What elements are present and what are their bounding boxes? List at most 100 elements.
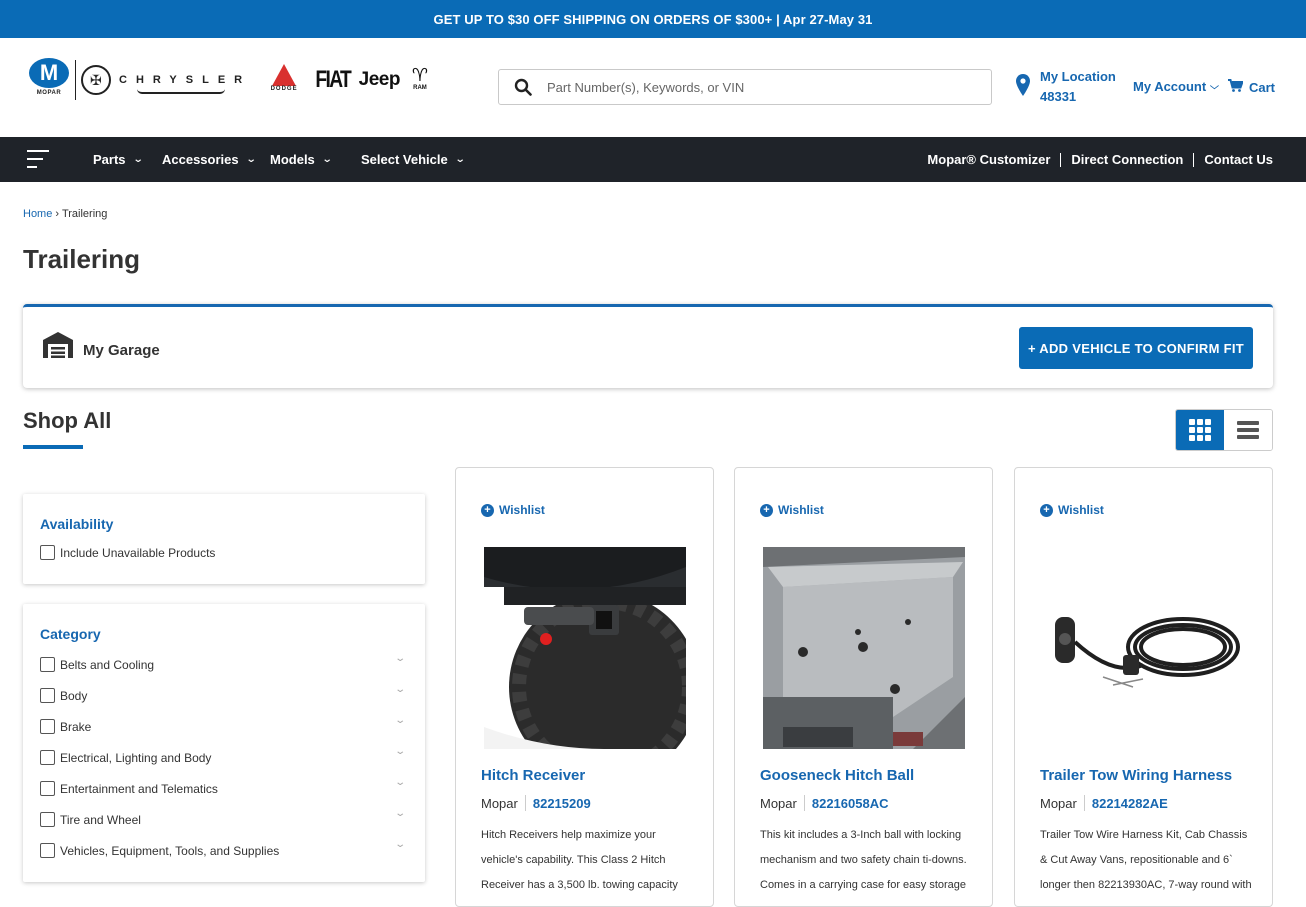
- product-name[interactable]: Trailer Tow Wiring Harness: [1040, 767, 1232, 784]
- product-card[interactable]: + Wishlist Hitch Receiver Mopar 82215209…: [455, 467, 714, 907]
- product-brand: Mopar: [760, 795, 797, 811]
- brand-logos: MOPAR ✠ CHRYSLER DODGE FIAT Jeep ♈ RAM: [28, 58, 434, 102]
- alfa-romeo-logo[interactable]: ✠: [81, 65, 111, 95]
- account-label: My Account: [1133, 79, 1207, 94]
- product-card[interactable]: + Wishlist Gooseneck Hitch Ball Mopar 82…: [734, 467, 993, 907]
- product-meta: Mopar 82215209: [481, 795, 591, 811]
- search-bar[interactable]: [498, 69, 992, 105]
- nav-accessories[interactable]: Accessories ⌄: [162, 137, 257, 182]
- chevron-down-icon[interactable]: ⌄: [394, 839, 406, 850]
- chevron-down-icon: ⌄: [321, 154, 333, 165]
- checkbox[interactable]: [40, 781, 55, 796]
- plus-icon: +: [1040, 503, 1053, 517]
- filter-option[interactable]: Tire and Wheel ⌄: [40, 808, 408, 827]
- chevron-down-icon: ⌄: [245, 154, 257, 165]
- ram-logo[interactable]: ♈ RAM: [406, 65, 434, 95]
- product-brand: Mopar: [1040, 795, 1077, 811]
- site-header: MOPAR ✠ CHRYSLER DODGE FIAT Jeep ♈ RAM M…: [0, 38, 1306, 137]
- product-image[interactable]: [484, 547, 699, 782]
- nav-direct-connection[interactable]: Direct Connection: [1071, 152, 1183, 167]
- filter-option[interactable]: Belts and Cooling ⌄: [40, 653, 408, 672]
- plus-icon: +: [760, 503, 773, 517]
- chevron-down-icon[interactable]: ⌄: [394, 715, 406, 726]
- product-part-number[interactable]: 82215209: [533, 796, 591, 811]
- product-name[interactable]: Hitch Receiver: [481, 767, 585, 784]
- grid-view-icon[interactable]: [1176, 410, 1224, 450]
- main-nav: Parts ⌄ Accessories ⌄ Models ⌄ Select Vehic…: [0, 137, 1306, 182]
- add-vehicle-button[interactable]: + ADD VEHICLE TO CONFIRM FIT: [1019, 327, 1253, 369]
- breadcrumb-home[interactable]: Home: [23, 208, 52, 220]
- checkbox[interactable]: [40, 843, 55, 858]
- wishlist-button[interactable]: + Wishlist: [1040, 503, 1104, 517]
- nav-contact-us[interactable]: Contact Us: [1204, 152, 1273, 167]
- nav-select-vehicle[interactable]: Select Vehicle ⌄: [361, 137, 466, 182]
- cart-icon: [1228, 79, 1244, 95]
- wishlist-button[interactable]: + Wishlist: [481, 503, 545, 517]
- availability-filter: Availability Include Unavailable Product…: [23, 494, 425, 584]
- plus-icon: +: [481, 503, 494, 517]
- my-account-menu[interactable]: My Account ⌵: [1133, 79, 1220, 94]
- wishlist-button[interactable]: + Wishlist: [760, 503, 824, 517]
- filter-option[interactable]: Brake ⌄: [40, 715, 408, 734]
- product-card[interactable]: + Wishlist Trailer Tow Wiring Harness Mo…: [1014, 467, 1273, 907]
- nav-models[interactable]: Models ⌄: [270, 137, 333, 182]
- checkbox[interactable]: [40, 688, 55, 703]
- availability-heading: Availability: [40, 516, 114, 532]
- checkbox[interactable]: [40, 812, 55, 827]
- location-label: My Location: [1040, 69, 1116, 84]
- product-brand: Mopar: [481, 795, 518, 811]
- nav-divider: [1060, 152, 1062, 167]
- nav-utility-links: Mopar® Customizer Direct Connection Cont…: [927, 137, 1273, 182]
- nav-mopar-customizer[interactable]: Mopar® Customizer: [927, 152, 1050, 167]
- chevron-down-icon[interactable]: ⌄: [394, 653, 406, 664]
- chevron-down-icon: ⌄: [454, 154, 466, 165]
- logo-divider: [75, 60, 76, 100]
- product-description: Trailer Tow Wire Harness Kit, Cab Chassi…: [1040, 829, 1252, 891]
- product-image[interactable]: [763, 547, 965, 749]
- chevron-down-icon[interactable]: ⌄: [394, 746, 406, 757]
- checkbox[interactable]: [40, 719, 55, 734]
- list-view-icon[interactable]: [1224, 410, 1272, 450]
- search-icon[interactable]: [499, 78, 547, 96]
- chevron-down-icon[interactable]: ⌄: [394, 777, 406, 788]
- shop-all-heading: Shop All: [23, 408, 112, 433]
- my-location[interactable]: My Location 48331: [1016, 67, 1116, 107]
- category-filter: Category Belts and Cooling ⌄ Body ⌄ Brak…: [23, 604, 425, 882]
- filter-option[interactable]: Include Unavailable Products: [40, 545, 408, 560]
- filter-option[interactable]: Body ⌄: [40, 684, 408, 703]
- filter-option[interactable]: Vehicles, Equipment, Tools, and Supplies…: [40, 839, 408, 858]
- mopar-logo[interactable]: MOPAR: [28, 58, 70, 102]
- my-garage-panel: My Garage + ADD VEHICLE TO CONFIRM FIT: [23, 304, 1273, 388]
- promo-banner[interactable]: GET UP TO $30 OFF SHIPPING ON ORDERS OF …: [0, 0, 1306, 38]
- checkbox[interactable]: [40, 657, 55, 672]
- map-pin-icon: [1016, 67, 1030, 99]
- product-description: Hitch Receivers help maximize your vehic…: [481, 829, 678, 891]
- product-part-number[interactable]: 82214282AE: [1092, 796, 1168, 811]
- product-part-number[interactable]: 82216058AC: [812, 796, 889, 811]
- chevron-down-icon[interactable]: ⌄: [394, 684, 406, 695]
- checkbox[interactable]: [40, 545, 55, 560]
- hamburger-menu-icon[interactable]: [27, 150, 49, 174]
- nav-parts[interactable]: Parts ⌄: [93, 137, 144, 182]
- view-toggle: [1175, 409, 1273, 451]
- checkbox[interactable]: [40, 750, 55, 765]
- chrysler-logo[interactable]: CHRYSLER: [119, 74, 251, 94]
- page-title: Trailering: [23, 244, 141, 274]
- nav-divider: [1193, 152, 1195, 167]
- product-name[interactable]: Gooseneck Hitch Ball: [760, 767, 914, 784]
- filter-option[interactable]: Electrical, Lighting and Body ⌄: [40, 746, 408, 765]
- breadcrumb-current: Trailering: [61, 208, 108, 220]
- heading-underline: [23, 445, 83, 449]
- chevron-down-icon[interactable]: ⌄: [394, 808, 406, 819]
- my-garage-label: My Garage: [83, 342, 160, 359]
- jeep-logo[interactable]: Jeep: [359, 69, 401, 91]
- breadcrumb: Home › Trailering: [23, 208, 107, 220]
- chevron-down-icon: ⌵: [1210, 81, 1220, 91]
- filter-option[interactable]: Entertainment and Telematics ⌄: [40, 777, 408, 796]
- product-image[interactable]: [1043, 547, 1245, 749]
- search-input[interactable]: [547, 79, 967, 95]
- dodge-logo[interactable]: DODGE: [267, 64, 301, 96]
- cart-link[interactable]: Cart: [1228, 79, 1275, 95]
- chevron-down-icon: ⌄: [132, 154, 144, 165]
- fiat-logo[interactable]: FIAT: [315, 66, 351, 94]
